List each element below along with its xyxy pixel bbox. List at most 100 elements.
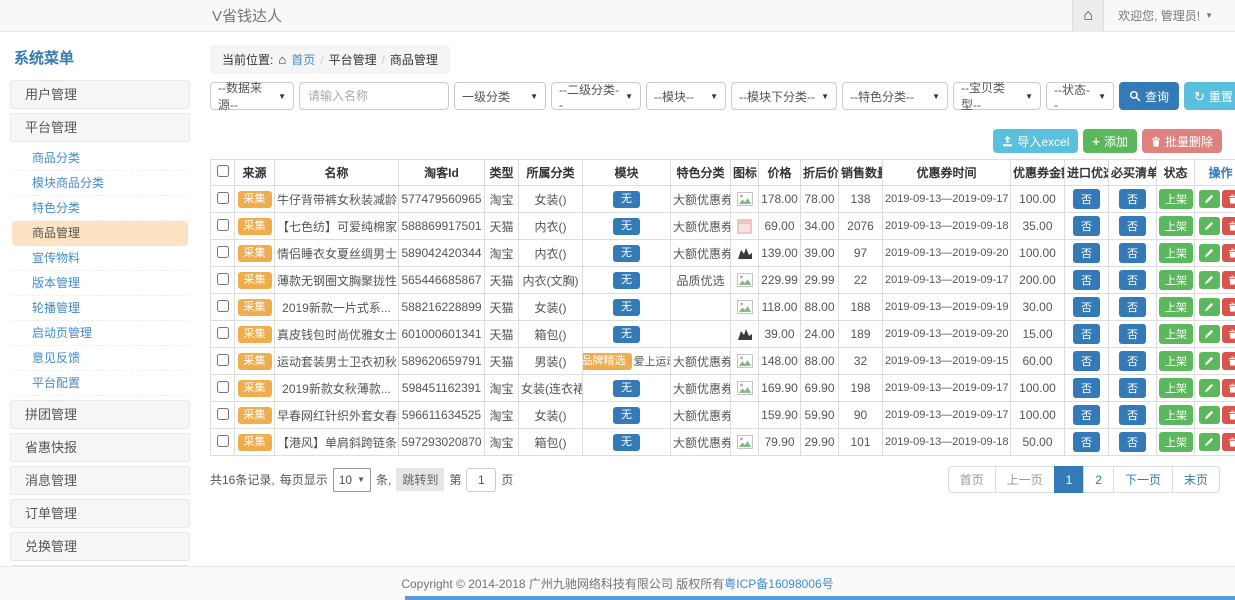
delete-button[interactable]	[1222, 244, 1235, 262]
filter-select-模块下分类[interactable]: --模块下分类--▼	[731, 82, 837, 110]
page-button-上一页[interactable]: 上一页	[995, 466, 1055, 493]
status-toggle[interactable]: 上架	[1159, 378, 1193, 398]
batch-delete-button[interactable]: 批量删除	[1142, 129, 1222, 153]
must-buy-toggle[interactable]: 否	[1119, 270, 1146, 290]
select-row-checkbox[interactable]	[217, 327, 229, 339]
edit-button[interactable]	[1199, 379, 1220, 397]
sidebar-item-商品分类[interactable]: 商品分类	[12, 146, 188, 171]
edit-button[interactable]	[1199, 406, 1220, 424]
must-buy-toggle[interactable]: 否	[1119, 216, 1146, 236]
status-toggle[interactable]: 上架	[1159, 351, 1193, 371]
delete-button[interactable]	[1222, 217, 1235, 235]
sidebar-item-特色分类[interactable]: 特色分类	[12, 196, 188, 221]
select-row-checkbox[interactable]	[217, 219, 229, 231]
sidebar-group-订单管理[interactable]: 订单管理	[10, 499, 190, 528]
home-button[interactable]: ⌂	[1072, 0, 1104, 31]
jump-button[interactable]: 跳转到	[396, 468, 444, 491]
page-button-末页[interactable]: 末页	[1172, 466, 1220, 493]
search-button[interactable]: 查询	[1119, 82, 1179, 110]
delete-button[interactable]	[1222, 352, 1235, 370]
icp-link[interactable]: 粤ICP备16098006号	[724, 575, 833, 592]
delete-button[interactable]	[1222, 190, 1235, 208]
page-button-1[interactable]: 1	[1054, 466, 1085, 493]
sidebar-item-版本管理[interactable]: 版本管理	[12, 271, 188, 296]
must-buy-toggle[interactable]: 否	[1119, 243, 1146, 263]
add-button[interactable]: + 添加	[1083, 129, 1137, 153]
status-toggle[interactable]: 上架	[1159, 270, 1193, 290]
sidebar-group-用户管理[interactable]: 用户管理	[10, 80, 190, 109]
import-select-toggle[interactable]: 否	[1073, 324, 1100, 344]
import-select-toggle[interactable]: 否	[1073, 270, 1100, 290]
import-select-toggle[interactable]: 否	[1073, 405, 1100, 425]
import-excel-button[interactable]: 导入excel	[993, 129, 1078, 153]
edit-button[interactable]	[1199, 433, 1220, 451]
status-toggle[interactable]: 上架	[1159, 432, 1193, 452]
delete-button[interactable]	[1222, 325, 1235, 343]
select-row-checkbox[interactable]	[217, 354, 229, 366]
sidebar-item-启动页管理[interactable]: 启动页管理	[12, 321, 188, 346]
page-button-2[interactable]: 2	[1083, 466, 1114, 493]
status-toggle[interactable]: 上架	[1159, 324, 1193, 344]
page-button-下一页[interactable]: 下一页	[1113, 466, 1173, 493]
import-select-toggle[interactable]: 否	[1073, 432, 1100, 452]
edit-button[interactable]	[1199, 298, 1220, 316]
select-all-checkbox[interactable]	[217, 165, 229, 177]
select-row-checkbox[interactable]	[217, 435, 229, 447]
edit-button[interactable]	[1199, 190, 1220, 208]
sidebar-item-平台配置[interactable]: 平台配置	[12, 371, 188, 396]
sidebar-group-省惠快报[interactable]: 省惠快报	[10, 433, 190, 462]
breadcrumb-home-link[interactable]: 首页	[291, 51, 315, 68]
import-select-toggle[interactable]: 否	[1073, 189, 1100, 209]
page-button-首页[interactable]: 首页	[948, 466, 996, 493]
must-buy-toggle[interactable]: 否	[1119, 189, 1146, 209]
import-select-toggle[interactable]: 否	[1073, 243, 1100, 263]
delete-button[interactable]	[1222, 406, 1235, 424]
select-row-checkbox[interactable]	[217, 192, 229, 204]
status-toggle[interactable]: 上架	[1159, 243, 1193, 263]
filter-select-二级分类[interactable]: --二级分类--▼	[551, 82, 641, 110]
filter-select-一级分类[interactable]: 一级分类▼	[454, 82, 546, 110]
must-buy-toggle[interactable]: 否	[1119, 324, 1146, 344]
data-source-select[interactable]: --数据来源--▼	[210, 82, 294, 110]
select-row-checkbox[interactable]	[217, 408, 229, 420]
sidebar-item-宣传物料[interactable]: 宣传物料	[12, 246, 188, 271]
must-buy-toggle[interactable]: 否	[1119, 297, 1146, 317]
horizontal-scrollbar[interactable]	[405, 596, 1235, 600]
sidebar-item-模块商品分类[interactable]: 模块商品分类	[12, 171, 188, 196]
select-row-checkbox[interactable]	[217, 300, 229, 312]
per-page-select[interactable]: 10▼	[333, 468, 371, 492]
import-select-toggle[interactable]: 否	[1073, 351, 1100, 371]
user-menu[interactable]: 欢迎您, 管理员! ▼	[1104, 7, 1235, 24]
edit-button[interactable]	[1199, 217, 1220, 235]
status-toggle[interactable]: 上架	[1159, 405, 1193, 425]
sidebar-item-商品管理[interactable]: 商品管理	[12, 221, 188, 246]
select-row-checkbox[interactable]	[217, 273, 229, 285]
edit-button[interactable]	[1199, 271, 1220, 289]
edit-button[interactable]	[1199, 244, 1220, 262]
must-buy-toggle[interactable]: 否	[1119, 351, 1146, 371]
delete-button[interactable]	[1222, 298, 1235, 316]
import-select-toggle[interactable]: 否	[1073, 297, 1100, 317]
select-row-checkbox[interactable]	[217, 381, 229, 393]
delete-button[interactable]	[1222, 433, 1235, 451]
edit-button[interactable]	[1199, 325, 1220, 343]
filter-select-宝贝类型[interactable]: --宝贝类型--▼	[953, 82, 1041, 110]
sidebar-group-兑换管理[interactable]: 兑换管理	[10, 532, 190, 561]
sidebar-group-消息管理[interactable]: 消息管理	[10, 466, 190, 495]
import-select-toggle[interactable]: 否	[1073, 378, 1100, 398]
page-number-input[interactable]	[466, 468, 496, 492]
must-buy-toggle[interactable]: 否	[1119, 432, 1146, 452]
sidebar-group-平台管理[interactable]: 平台管理	[10, 113, 190, 142]
filter-select-模块[interactable]: --模块--▼	[646, 82, 726, 110]
filter-select-特色分类[interactable]: --特色分类--▼	[842, 82, 948, 110]
status-toggle[interactable]: 上架	[1159, 297, 1193, 317]
filter-select-状态[interactable]: --状态--▼	[1046, 82, 1114, 110]
edit-button[interactable]	[1199, 352, 1220, 370]
name-search-input[interactable]	[299, 82, 449, 110]
status-toggle[interactable]: 上架	[1159, 216, 1193, 236]
must-buy-toggle[interactable]: 否	[1119, 405, 1146, 425]
sidebar-item-轮播管理[interactable]: 轮播管理	[12, 296, 188, 321]
delete-button[interactable]	[1222, 271, 1235, 289]
delete-button[interactable]	[1222, 379, 1235, 397]
select-row-checkbox[interactable]	[217, 246, 229, 258]
